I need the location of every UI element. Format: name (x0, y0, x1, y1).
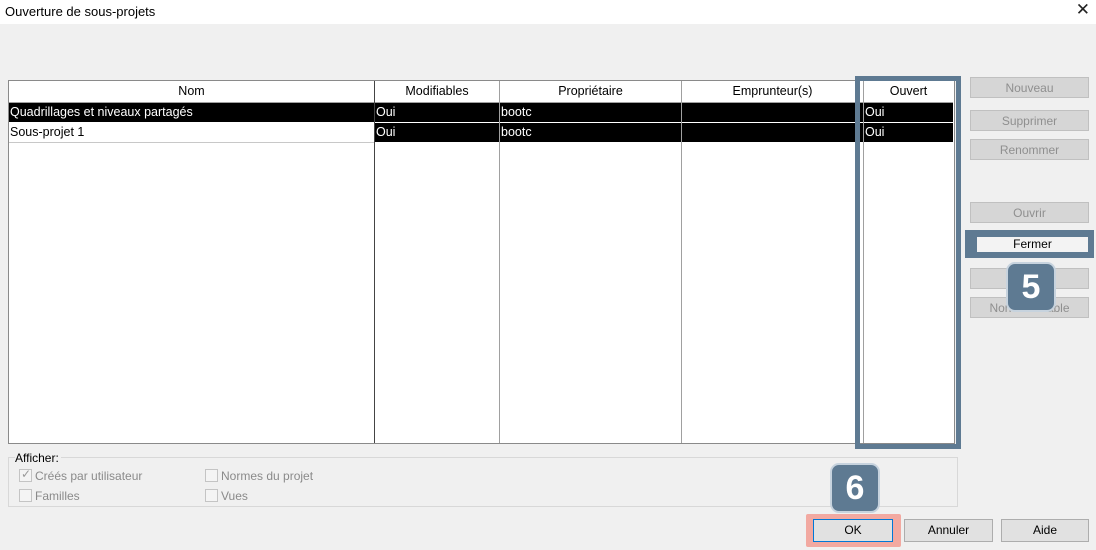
cell-editable[interactable]: Oui (375, 103, 499, 122)
header-editable[interactable]: Modifiables (375, 81, 499, 103)
header-borrowers[interactable]: Emprunteur(s) (682, 81, 863, 103)
cell-borrowers (682, 123, 863, 142)
step-6-badge: 6 (830, 463, 880, 513)
new-button[interactable]: Nouveau (970, 77, 1089, 98)
table-row[interactable]: Quadrillages et niveaux partagés (9, 103, 374, 122)
close-button-highlight: Fermer (965, 230, 1094, 258)
families-label: Familles (35, 489, 80, 503)
cell-editable[interactable]: Oui (375, 123, 499, 142)
ok-button[interactable]: OK (813, 519, 893, 542)
opened-column-highlight (855, 76, 961, 449)
help-button[interactable]: Aide (1001, 519, 1089, 542)
views-checkbox[interactable] (205, 489, 218, 502)
project-standards-label: Normes du projet (221, 469, 314, 483)
views-label: Vues (221, 489, 248, 503)
project-standards-checkbox[interactable] (205, 469, 218, 482)
column-borrowers: Emprunteur(s) (682, 81, 864, 443)
column-name: Nom Quadrillages et niveaux partagés Sou… (9, 81, 375, 443)
column-editable: Modifiables Oui Oui (375, 81, 500, 443)
column-owner: Propriétaire bootc bootc (500, 81, 682, 443)
display-group-title: Afficher: (15, 451, 61, 465)
delete-button[interactable]: Supprimer (970, 110, 1089, 131)
cell-owner: bootc (500, 123, 681, 142)
cell-owner: bootc (500, 103, 681, 122)
subprojects-table: Nom Quadrillages et niveaux partagés Sou… (8, 80, 955, 444)
display-group: Afficher: Créés par utilisateur Familles… (8, 451, 958, 507)
header-name[interactable]: Nom (9, 81, 374, 103)
rename-button[interactable]: Renommer (970, 139, 1089, 160)
cell-borrowers (682, 103, 863, 122)
title-bar: Ouverture de sous-projets ✕ (0, 0, 1096, 24)
families-checkbox[interactable] (19, 489, 32, 502)
header-owner[interactable]: Propriétaire (500, 81, 681, 103)
table-row[interactable]: Sous-projet 1 (9, 123, 374, 143)
window-title: Ouverture de sous-projets (5, 4, 156, 19)
open-button[interactable]: Ouvrir (970, 202, 1089, 223)
step-5-badge: 5 (1006, 262, 1056, 312)
cancel-button[interactable]: Annuler (904, 519, 993, 542)
close-button[interactable]: Fermer (977, 237, 1088, 252)
close-icon[interactable]: ✕ (1076, 1, 1090, 19)
created-by-user-checkbox[interactable] (19, 467, 32, 482)
created-by-user-label: Créés par utilisateur (35, 469, 143, 483)
